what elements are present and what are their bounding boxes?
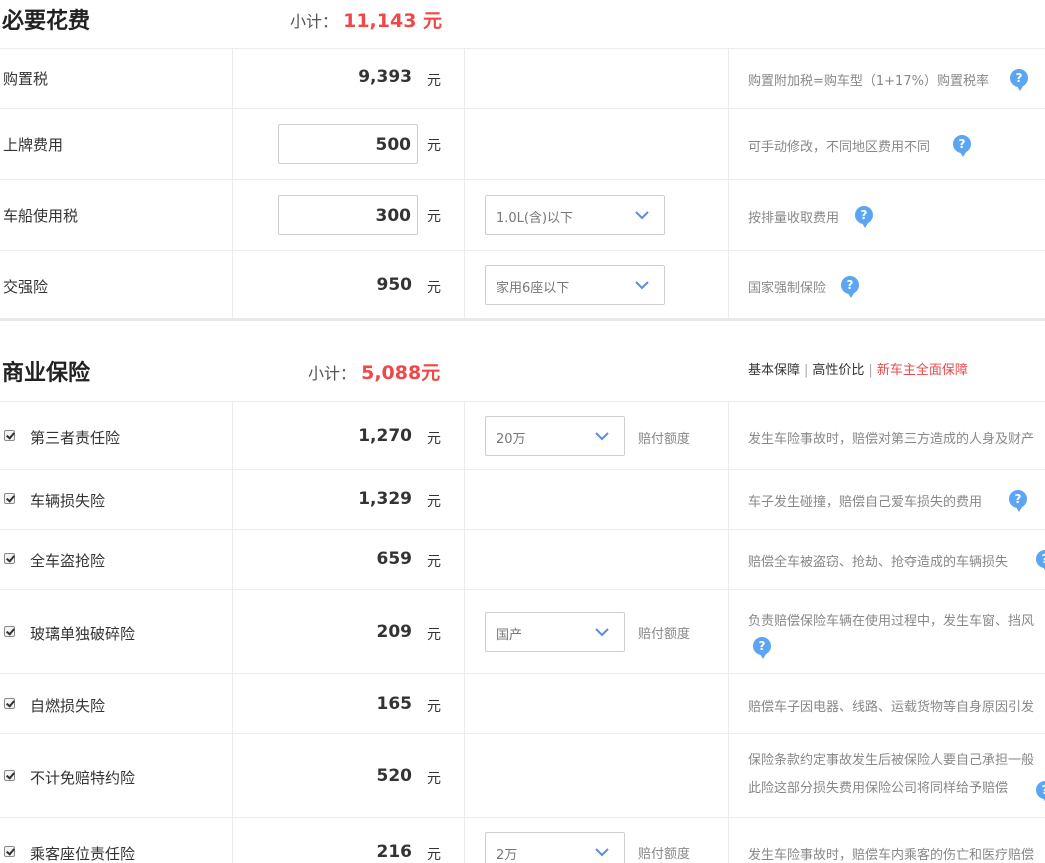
chevron-down-icon xyxy=(635,211,649,220)
unit-label: 元 xyxy=(427,138,441,154)
row-note: 车子发生碰撞，赔偿自己爱车损失的费用 xyxy=(748,495,983,510)
subtotal-value: 11,143 元 xyxy=(343,10,443,32)
section-title-required: 必要花费 xyxy=(2,9,91,34)
row-label: 车船使用税 xyxy=(3,207,79,225)
question-icon[interactable]: ? xyxy=(753,637,771,659)
question-icon[interactable]: ? xyxy=(1010,69,1028,91)
input-value: 500 xyxy=(375,135,412,155)
row-label: 交强险 xyxy=(3,278,49,296)
row-note: 可手动修改，不同地区费用不同 xyxy=(748,140,931,155)
unit-label: 元 xyxy=(427,431,441,447)
row-label: 自燃损失险 xyxy=(30,697,106,715)
unit-label: 元 xyxy=(427,627,441,643)
subtotal-label: 小计： xyxy=(308,364,357,383)
subtotal-label: 小计： xyxy=(290,12,339,31)
passenger-amount-select[interactable]: 2万 xyxy=(485,832,625,863)
row-label: 全车盗抢险 xyxy=(30,552,106,570)
checkbox-icon[interactable] xyxy=(4,698,15,709)
row-label: 乘客座位责任险 xyxy=(30,845,136,863)
row-label: 第三者责任险 xyxy=(30,429,121,447)
tab-full[interactable]: 新车主全面保障 xyxy=(877,363,968,378)
checkbox-icon[interactable] xyxy=(4,493,15,504)
row-value: 209 xyxy=(376,622,413,642)
seats-select[interactable]: 家用6座以下 xyxy=(485,265,665,305)
row-label: 上牌费用 xyxy=(3,136,64,154)
question-icon[interactable]: ? xyxy=(1036,550,1045,572)
question-icon[interactable]: ? xyxy=(841,276,859,298)
displacement-select[interactable]: 1.0L(含)以下 xyxy=(485,195,665,235)
unit-label: 元 xyxy=(427,73,441,89)
row-value: 1,270 xyxy=(358,426,412,446)
coverage-label: 赔付额度 xyxy=(638,847,691,862)
subtotal-value: 5,088元 xyxy=(361,362,441,384)
tab-basic[interactable]: 基本保障 xyxy=(748,363,800,378)
commercial-subtotal: 小计： 5,088元 xyxy=(308,358,440,385)
select-value: 国产 xyxy=(496,628,523,643)
section-title-commercial: 商业保险 xyxy=(2,361,91,386)
question-icon[interactable]: ? xyxy=(1036,781,1045,803)
row-note-line1: 保险条款约定事故发生后被保险人要自己承担一般 xyxy=(748,753,1035,768)
tab-value[interactable]: 高性价比 xyxy=(812,363,864,378)
chevron-down-icon xyxy=(595,432,609,441)
unit-label: 元 xyxy=(427,554,441,570)
row-value: 165 xyxy=(376,694,413,714)
unit-label: 元 xyxy=(427,699,441,715)
row-note: 国家强制保险 xyxy=(748,281,827,296)
vehicle-tax-input[interactable]: 300 xyxy=(278,195,418,235)
select-value: 2万 xyxy=(496,848,518,863)
chevron-down-icon xyxy=(595,628,609,637)
plan-tabs: 基本保障 | 高性价比 | 新车主全面保障 xyxy=(748,363,968,378)
unit-label: 元 xyxy=(427,847,441,863)
row-label: 玻璃单独破碎险 xyxy=(30,625,136,643)
select-value: 20万 xyxy=(496,432,526,447)
row-value: 9,393 xyxy=(358,67,412,87)
select-value: 家用6座以下 xyxy=(496,281,570,296)
row-label: 车辆损失险 xyxy=(30,492,106,510)
checkbox-icon[interactable] xyxy=(4,626,15,637)
checkbox-icon[interactable] xyxy=(4,770,15,781)
unit-label: 元 xyxy=(427,280,441,296)
checkbox-icon[interactable] xyxy=(4,430,15,441)
third-party-amount-select[interactable]: 20万 xyxy=(485,416,625,456)
coverage-label: 赔付额度 xyxy=(638,627,691,642)
select-value: 1.0L(含)以下 xyxy=(496,211,574,226)
chevron-down-icon xyxy=(635,281,649,290)
row-label: 不计免赔特约险 xyxy=(30,769,136,787)
question-icon[interactable]: ? xyxy=(953,135,971,157)
registration-fee-input[interactable]: 500 xyxy=(278,124,418,164)
row-value: 659 xyxy=(376,549,413,569)
glass-origin-select[interactable]: 国产 xyxy=(485,612,625,652)
row-note: 赔偿全车被盗窃、抢劫、抢夺造成的车辆损失 xyxy=(748,555,1009,570)
row-note: 发生车险事故时，赔偿对第三方造成的人身及财产 xyxy=(748,432,1035,447)
input-value: 300 xyxy=(375,206,412,226)
unit-label: 元 xyxy=(427,771,441,787)
row-value: 1,329 xyxy=(358,489,412,509)
row-note: 负责赔偿保险车辆在使用过程中，发生车窗、挡风 xyxy=(748,614,1035,629)
row-note: 赔偿车子因电器、线路、运载货物等自身原因引发 xyxy=(748,700,1035,715)
row-label: 购置税 xyxy=(3,70,49,88)
unit-label: 元 xyxy=(427,494,441,510)
question-icon[interactable]: ? xyxy=(1009,490,1027,512)
checkbox-icon[interactable] xyxy=(4,553,15,564)
row-note-line2: 此险这部分损失费用保险公司将同样给予赔偿 xyxy=(748,781,1009,796)
row-value: 216 xyxy=(376,842,413,862)
required-subtotal: 小计： 11,143 元 xyxy=(290,6,442,33)
row-note: 按排量收取费用 xyxy=(748,211,840,226)
coverage-label: 赔付额度 xyxy=(638,432,691,447)
chevron-down-icon xyxy=(595,848,609,857)
unit-label: 元 xyxy=(427,209,441,225)
question-icon[interactable]: ? xyxy=(855,206,873,228)
row-note: 购置附加税=购车型（1+17%）购置税率 xyxy=(748,74,989,89)
row-note: 发生车险事故时，赔偿车内乘客的伤亡和医疗赔偿 xyxy=(748,848,1035,863)
checkbox-icon[interactable] xyxy=(4,846,15,857)
row-value: 950 xyxy=(376,275,413,295)
row-value: 520 xyxy=(376,766,413,786)
